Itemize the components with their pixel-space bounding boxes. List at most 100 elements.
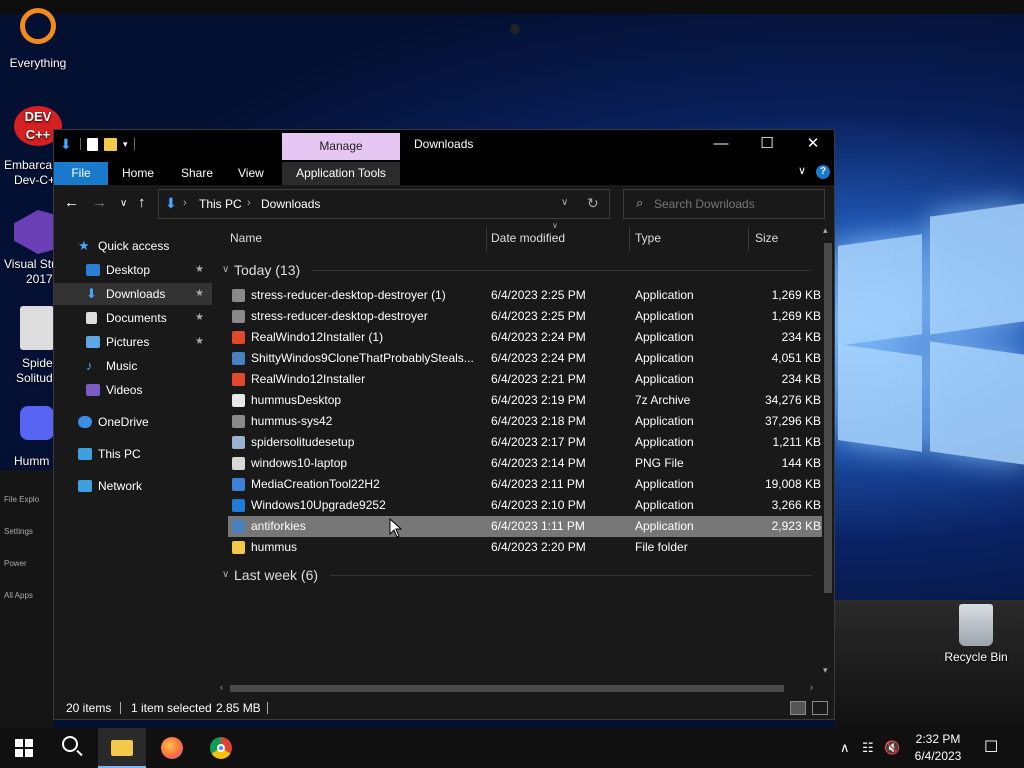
manage-tab[interactable]: Manage xyxy=(282,133,400,160)
collapse-icon[interactable]: ∨ xyxy=(222,564,229,586)
pin-icon[interactable]: ★ xyxy=(195,283,204,305)
address-dropdown-icon[interactable]: ∨ xyxy=(561,197,568,208)
search-input[interactable] xyxy=(654,197,818,211)
file-row[interactable]: spidersolitudesetup 6/4/2023 2:17 PM Appli… xyxy=(228,432,822,453)
column-header-name[interactable]: Name xyxy=(230,223,262,253)
spider-solitude-icon[interactable] xyxy=(20,306,54,350)
tab-share[interactable]: Share xyxy=(169,162,225,185)
file-type: Application xyxy=(635,372,694,386)
visual-studio-label[interactable]: Visual Stu xyxy=(4,257,58,271)
chrome-taskbar-button[interactable] xyxy=(197,728,245,768)
group-last-week[interactable]: ∨ Last week (6) xyxy=(218,564,818,586)
sidebar-item-pictures[interactable]: Pictures ★ xyxy=(54,331,212,353)
up-button[interactable]: ↑ xyxy=(138,194,146,211)
back-button[interactable]: ← xyxy=(64,194,79,211)
new-folder-icon[interactable] xyxy=(104,137,117,151)
scroll-thumb[interactable] xyxy=(230,685,784,692)
file-row[interactable]: stress-reducer-desktop-destroyer (1) 6/4/… xyxy=(228,285,822,306)
tab-home[interactable]: Home xyxy=(110,162,166,185)
embarcadero-label[interactable]: Embarca xyxy=(4,158,52,172)
breadcrumb-this-pc[interactable]: This PC xyxy=(199,197,242,211)
help-icon[interactable]: ? xyxy=(816,165,830,179)
sidebar-item-videos[interactable]: Videos xyxy=(54,379,212,401)
strip-item[interactable]: File Explo xyxy=(0,488,54,512)
volume-muted-icon[interactable]: 🔇 xyxy=(884,728,900,768)
details-view-icon[interactable] xyxy=(790,701,806,715)
search-box[interactable]: ⌕ xyxy=(623,189,825,219)
spider-label[interactable]: Spide xyxy=(22,356,53,370)
breadcrumb-downloads[interactable]: Downloads xyxy=(261,197,320,211)
strip-item[interactable]: All Apps xyxy=(0,584,54,608)
large-icons-view-icon[interactable] xyxy=(812,701,828,715)
notifications-icon[interactable]: ☐ xyxy=(984,728,998,768)
file-row[interactable]: antiforkies 6/4/2023 1:11 PM Application 2,… xyxy=(228,516,822,537)
tab-view[interactable]: View xyxy=(226,162,276,185)
start-button[interactable] xyxy=(0,728,48,768)
group-today[interactable]: ∨ Today (13) xyxy=(218,259,818,281)
file-row[interactable]: Windows10Upgrade9252 6/4/2023 2:10 PM Appl… xyxy=(228,495,822,516)
minimize-button[interactable]: — xyxy=(698,130,744,160)
file-row[interactable]: hummus 6/4/2023 2:20 PM File folder xyxy=(228,537,822,558)
file-row[interactable]: RealWindo12Installer (1) 6/4/2023 2:24 PM… xyxy=(228,327,822,348)
breadcrumb-separator: › xyxy=(247,197,251,209)
properties-icon[interactable] xyxy=(87,137,98,151)
sidebar-item-quick-access[interactable]: ★ Quick access xyxy=(54,235,212,257)
maximize-button[interactable]: ☐ xyxy=(744,130,790,160)
file-row[interactable]: ShittyWindos9CloneThatProbablySteals... 6… xyxy=(228,348,822,369)
strip-item[interactable]: Settings xyxy=(0,520,54,544)
file-row[interactable]: stress-reducer-desktop-destroyer 6/4/2023… xyxy=(228,306,822,327)
scroll-down-icon[interactable]: ▾ xyxy=(823,665,828,676)
expand-ribbon-icon[interactable]: ∨ xyxy=(798,164,806,177)
column-header-type[interactable]: Type xyxy=(635,223,661,253)
file-explorer-window: ⬇ ▾ Manage Downloads — ☐ ✕ File Home Sha… xyxy=(53,129,835,720)
tab-file[interactable]: File xyxy=(54,162,108,185)
vertical-scrollbar[interactable]: ▴ ▾ xyxy=(822,223,834,685)
scroll-up-icon[interactable]: ▴ xyxy=(823,225,828,236)
sidebar-item-music[interactable]: ♪ Music xyxy=(54,355,212,377)
discord-icon[interactable] xyxy=(20,406,54,440)
strip-item[interactable]: Power xyxy=(0,552,54,576)
horizontal-scrollbar[interactable]: ‹ › xyxy=(218,682,822,695)
scroll-left-icon[interactable]: ‹ xyxy=(220,682,223,692)
show-hidden-icons-icon[interactable]: ∧ xyxy=(840,728,850,768)
refresh-icon[interactable]: ↻ xyxy=(587,195,599,212)
file-row[interactable]: MediaCreationTool22H2 6/4/2023 2:11 PM App… xyxy=(228,474,822,495)
search-taskbar-button[interactable] xyxy=(48,728,96,768)
spider-label-2[interactable]: Solitud xyxy=(16,371,53,385)
pin-icon[interactable]: ★ xyxy=(195,307,204,329)
collapse-icon[interactable]: ∨ xyxy=(222,259,229,281)
scroll-thumb[interactable] xyxy=(824,243,832,593)
sidebar-label: OneDrive xyxy=(98,415,149,429)
network-tray-icon[interactable]: ☷ xyxy=(862,728,874,768)
visual-studio-icon[interactable] xyxy=(14,210,54,254)
file-explorer-taskbar-button[interactable] xyxy=(98,728,146,768)
file-row[interactable]: windows10-laptop 6/4/2023 2:14 PM PNG File… xyxy=(228,453,822,474)
forward-button[interactable]: → xyxy=(92,194,107,211)
everything-desktop-icon[interactable]: Everything xyxy=(6,8,70,70)
scroll-right-icon[interactable]: › xyxy=(810,682,813,692)
taskbar-clock[interactable]: 2:32 PM 6/4/2023 xyxy=(900,731,976,765)
file-row[interactable]: hummus-sys42 6/4/2023 2:18 PM Application 3… xyxy=(228,411,822,432)
column-header-size[interactable]: Size xyxy=(755,223,778,253)
pin-icon[interactable]: ★ xyxy=(195,331,204,353)
recent-locations-icon[interactable]: ∨ xyxy=(120,198,127,209)
embarcadero-label-2[interactable]: Dev-C+ xyxy=(14,173,55,187)
sidebar-item-documents[interactable]: Documents ★ xyxy=(54,307,212,329)
sidebar-item-desktop[interactable]: Desktop ★ xyxy=(54,259,212,281)
file-row[interactable]: hummusDesktop 6/4/2023 2:19 PM 7z Archive 3… xyxy=(228,390,822,411)
file-row[interactable]: RealWindo12Installer 6/4/2023 2:21 PM Appl… xyxy=(228,369,822,390)
visual-studio-label-2[interactable]: 2017 xyxy=(26,272,53,286)
sidebar-item-onedrive[interactable]: OneDrive xyxy=(54,411,212,433)
recycle-bin-desktop-icon[interactable]: Recycle Bin xyxy=(940,604,1012,664)
sidebar-item-this-pc[interactable]: This PC xyxy=(54,443,212,465)
sidebar-item-network[interactable]: Network xyxy=(54,475,212,497)
customize-toolbar-icon[interactable]: ▾ xyxy=(123,139,128,150)
hummus-label[interactable]: Humm xyxy=(14,454,49,468)
pin-icon[interactable]: ★ xyxy=(195,259,204,281)
close-button[interactable]: ✕ xyxy=(790,130,834,160)
firefox-taskbar-button[interactable] xyxy=(148,728,196,768)
tab-application-tools[interactable]: Application Tools xyxy=(282,162,400,185)
file-size: 19,008 KB xyxy=(764,477,821,491)
address-bar[interactable]: ⬇ › This PC › Downloads ∨ ↻ xyxy=(158,189,610,219)
sidebar-item-downloads[interactable]: ⬇ Downloads ★ xyxy=(54,283,212,305)
